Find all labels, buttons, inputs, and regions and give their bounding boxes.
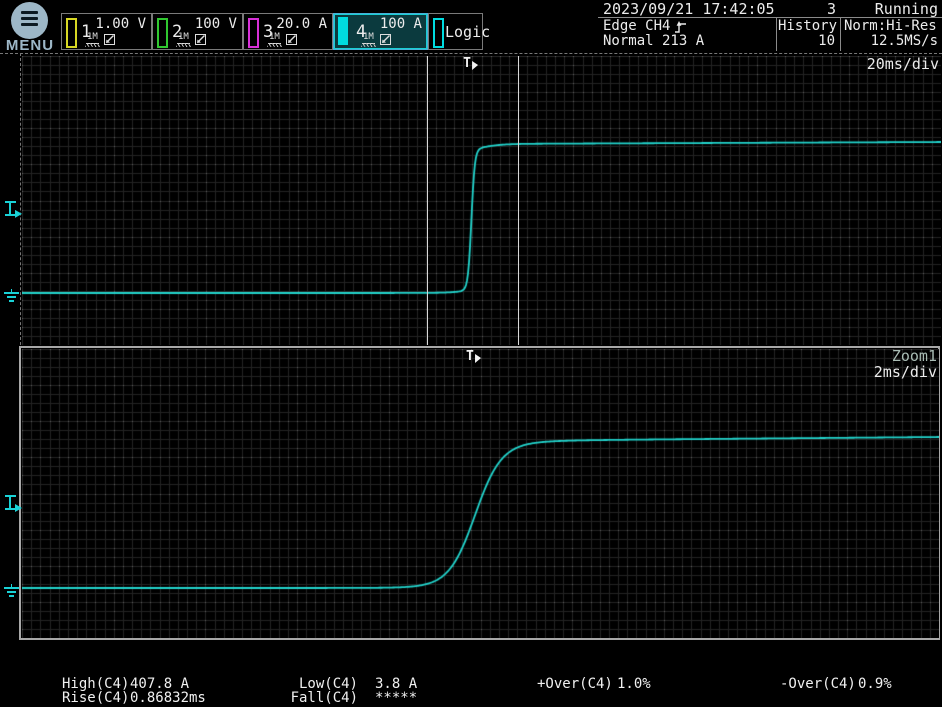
channel-4-box-selected[interactable]: 4 100 A 1M [333, 13, 428, 50]
datetime: 2023/09/21 17:42:05 [603, 2, 775, 17]
graticule-top-border [0, 53, 942, 54]
logic-label: Logic [445, 23, 490, 41]
history-box[interactable]: History 10 [778, 19, 835, 49]
zoom-window-left-cursor[interactable] [427, 56, 428, 345]
channel-1-scale: 1.00 V [95, 16, 146, 32]
impedance-1M-icon: 1M [362, 33, 375, 44]
acquisition-count: 3 [770, 2, 836, 17]
impedance-1M-icon: 1M [177, 33, 190, 44]
measure-fall-value: ***** [375, 691, 417, 705]
ground-level-marker-zoom[interactable] [4, 587, 20, 599]
zoom-timebase-label: 2ms/div [850, 365, 937, 380]
rising-edge-icon [674, 20, 687, 34]
sample-rate: 12.5MS/s [844, 34, 938, 49]
measure-high-label: High(C4) [62, 677, 129, 691]
run-state: Running [858, 2, 938, 17]
trigger-settings[interactable]: Edge CH4 Normal 213 A [603, 19, 704, 49]
logic-box[interactable]: Logic [428, 13, 483, 50]
coupling-icon [194, 33, 207, 46]
record-mode: Norm:Hi-Res [844, 19, 938, 34]
measure-rise-value: 0.86832ms [130, 691, 206, 705]
measure-nover-label: -Over(C4) [780, 677, 856, 691]
impedance-1M-icon: 1M [86, 33, 99, 44]
graticule-left-border [20, 53, 21, 345]
measure-pover-label: +Over(C4) [537, 677, 613, 691]
measure-low-label: Low(C4) [270, 677, 358, 691]
impedance-1M-icon: 1M [268, 33, 281, 44]
measure-fall-label: Fall(C4) [270, 691, 358, 705]
menu-label: MENU [0, 37, 60, 54]
trigger-position-marker-zoom[interactable]: T [466, 350, 482, 366]
channel-1-color-bracket [66, 18, 77, 48]
main-timebase-label: 20ms/div [840, 57, 939, 72]
record-mode-box[interactable]: Norm:Hi-Res 12.5MS/s [844, 19, 938, 49]
trigger-position-marker-main[interactable]: T [463, 57, 479, 73]
coupling-icon [285, 33, 298, 46]
history-label: History [778, 19, 835, 34]
zoom-panel-title: Zoom1 [850, 349, 937, 364]
menu-button[interactable]: MENU [0, 0, 60, 54]
channel-2-scale: 100 V [195, 16, 237, 32]
measure-high-value: 407.8 A [130, 677, 189, 691]
channel-3-color-bracket [248, 18, 259, 48]
zoom-window-right-cursor[interactable] [518, 56, 519, 345]
channel-2-color-bracket [157, 18, 168, 48]
channel-3-box[interactable]: 3 20.0 A 1M [243, 13, 333, 50]
measure-nover-value: 0.9% [858, 677, 892, 691]
info-divider [840, 17, 841, 51]
measure-rise-label: Rise(C4) [62, 691, 129, 705]
channel-3-scale: 20.0 A [276, 16, 327, 32]
trigger-level: Normal 213 A [603, 34, 704, 49]
history-count: 10 [778, 34, 835, 49]
zoom-waveform-display[interactable] [22, 349, 939, 638]
trigger-mode: Edge CH4 [603, 19, 670, 34]
coupling-icon [379, 33, 392, 46]
main-waveform-display[interactable] [22, 56, 941, 345]
channel-4-scale: 100 A [380, 16, 422, 32]
channel-4-color-bracket [338, 17, 348, 45]
coupling-icon [103, 33, 116, 46]
info-divider [776, 17, 777, 51]
channel-1-box[interactable]: 1 1.00 V 1M [61, 13, 152, 50]
channel-2-box[interactable]: 2 100 V 1M [152, 13, 243, 50]
measure-pover-value: 1.0% [617, 677, 651, 691]
logic-color-bracket [433, 18, 444, 48]
measure-low-value: 3.8 A [375, 677, 417, 691]
ground-level-marker-main[interactable] [4, 292, 20, 304]
trigger-level-marker-main[interactable] [5, 201, 23, 218]
trigger-level-marker-zoom[interactable] [5, 495, 23, 512]
hamburger-icon [11, 2, 48, 39]
